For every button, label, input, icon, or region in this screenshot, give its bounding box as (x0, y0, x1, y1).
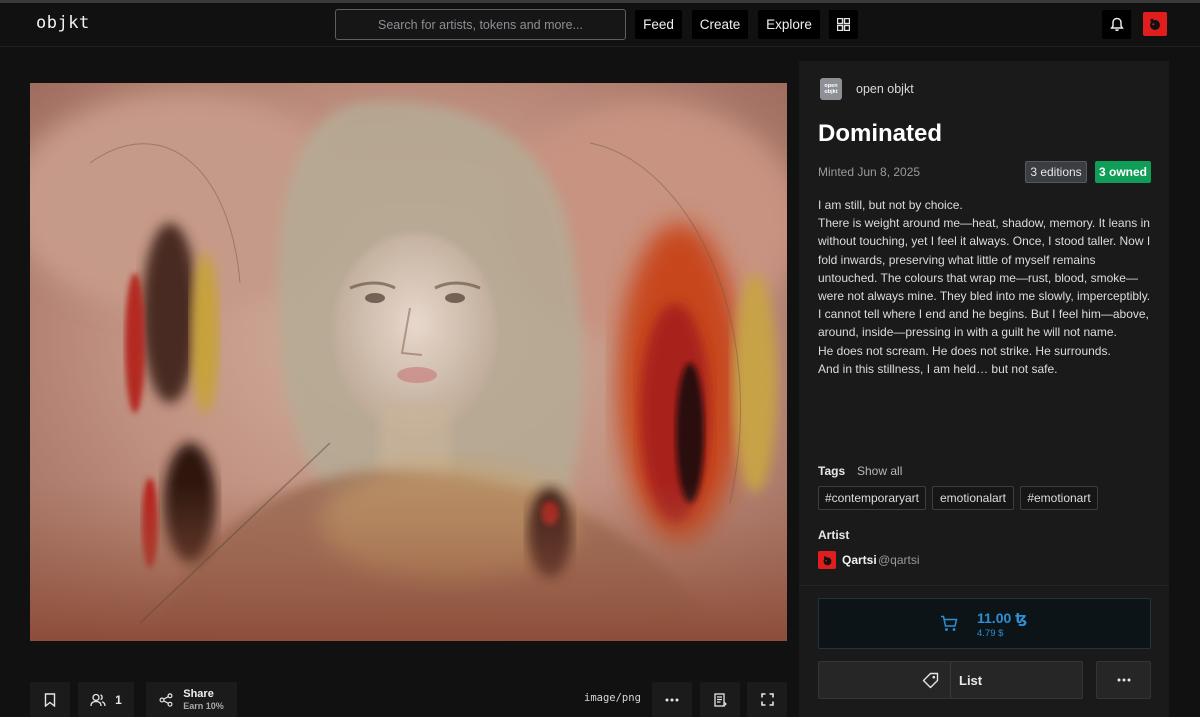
tag-chip[interactable]: #contemporaryart (818, 486, 926, 510)
share-sublabel: Earn 10% (183, 700, 224, 711)
show-all-tags-link[interactable]: Show all (857, 464, 902, 478)
editions-badge: 3 editions (1025, 161, 1087, 183)
tags-heading: Tags (818, 464, 846, 478)
artist-handle: @qartsi (878, 553, 920, 567)
expand-icon (760, 693, 774, 706)
tag-chip[interactable]: emotionalart (932, 486, 1014, 510)
apps-grid-button[interactable] (829, 10, 858, 39)
description-line: I am still, but not by choice. (818, 198, 963, 212)
buy-button[interactable]: 11.00 ꜩ 4.79 $ (818, 598, 1151, 649)
collectors-button[interactable]: 1 (78, 682, 134, 717)
artist-avatar[interactable] (818, 551, 836, 569)
collection-logo[interactable]: open objkt (820, 78, 842, 100)
create-button[interactable]: Create (692, 10, 748, 39)
collectors-count: 1 (115, 692, 122, 707)
list-button-separator (950, 662, 951, 698)
avatar-face-icon (1150, 18, 1160, 30)
top-navbar: objkt Feed Create Explore (0, 3, 1200, 47)
search-box[interactable] (335, 9, 626, 40)
panel-divider (799, 585, 1169, 586)
price-tez: 11.00 ꜩ (977, 610, 1028, 626)
bell-icon (1109, 17, 1124, 32)
description-line: There is weight around me—heat, shadow, … (818, 216, 1151, 304)
notifications-button[interactable] (1102, 10, 1131, 39)
artist-heading: Artist (818, 528, 850, 542)
artwork-image[interactable] (30, 83, 787, 641)
token-description: I am still, but not by choice. There is … (818, 196, 1156, 378)
cart-icon (941, 615, 958, 631)
share-text: Share Earn 10% (183, 688, 224, 712)
more-horizontal-icon (665, 698, 679, 701)
users-icon (90, 693, 106, 706)
artwork-painting (30, 83, 787, 641)
share-label: Share (183, 687, 214, 700)
artist-name-link[interactable]: Qartsi (842, 553, 877, 567)
list-button[interactable]: List (818, 661, 1083, 699)
objkt-logo[interactable]: objkt (36, 13, 90, 33)
share-icon (159, 692, 173, 707)
description-line: And in this stillness, I am held… but no… (818, 361, 1058, 376)
grid-icon (837, 18, 850, 31)
token-info-section: open objkt open objkt Dominated Minted J… (799, 61, 1169, 585)
list-label: List (959, 673, 983, 688)
description-line: I cannot tell where I end and he begins.… (818, 307, 1149, 340)
avatar-face-icon (823, 555, 831, 565)
more-horizontal-icon (1117, 678, 1130, 682)
artwork-more-button[interactable] (652, 682, 692, 717)
document-list-icon (713, 692, 727, 707)
fullscreen-button[interactable] (747, 682, 787, 717)
feed-button[interactable]: Feed (635, 10, 682, 39)
explore-button[interactable]: Explore (758, 10, 820, 39)
token-details-panel: open objkt open objkt Dominated Minted J… (799, 61, 1169, 717)
bookmark-button[interactable] (30, 682, 70, 717)
price-tag-icon (922, 672, 939, 689)
market-more-button[interactable] (1096, 661, 1151, 699)
minted-date: Minted Jun 8, 2025 (818, 165, 921, 179)
mime-type-label: image/png (584, 692, 641, 704)
token-title: Dominated (818, 120, 943, 147)
collection-name[interactable]: open objkt (856, 82, 914, 96)
tag-chip[interactable]: #emotionart (1020, 486, 1098, 510)
search-input[interactable] (336, 10, 625, 39)
description-line: He does not scream. He does not strike. … (818, 343, 1111, 358)
bookmark-icon (44, 692, 56, 707)
user-avatar[interactable] (1143, 12, 1167, 36)
price-usd: 4.79 $ (977, 628, 1004, 639)
owned-badge: 3 owned (1095, 161, 1151, 183)
share-button[interactable]: Share Earn 10% (146, 682, 237, 717)
details-button[interactable] (700, 682, 740, 717)
